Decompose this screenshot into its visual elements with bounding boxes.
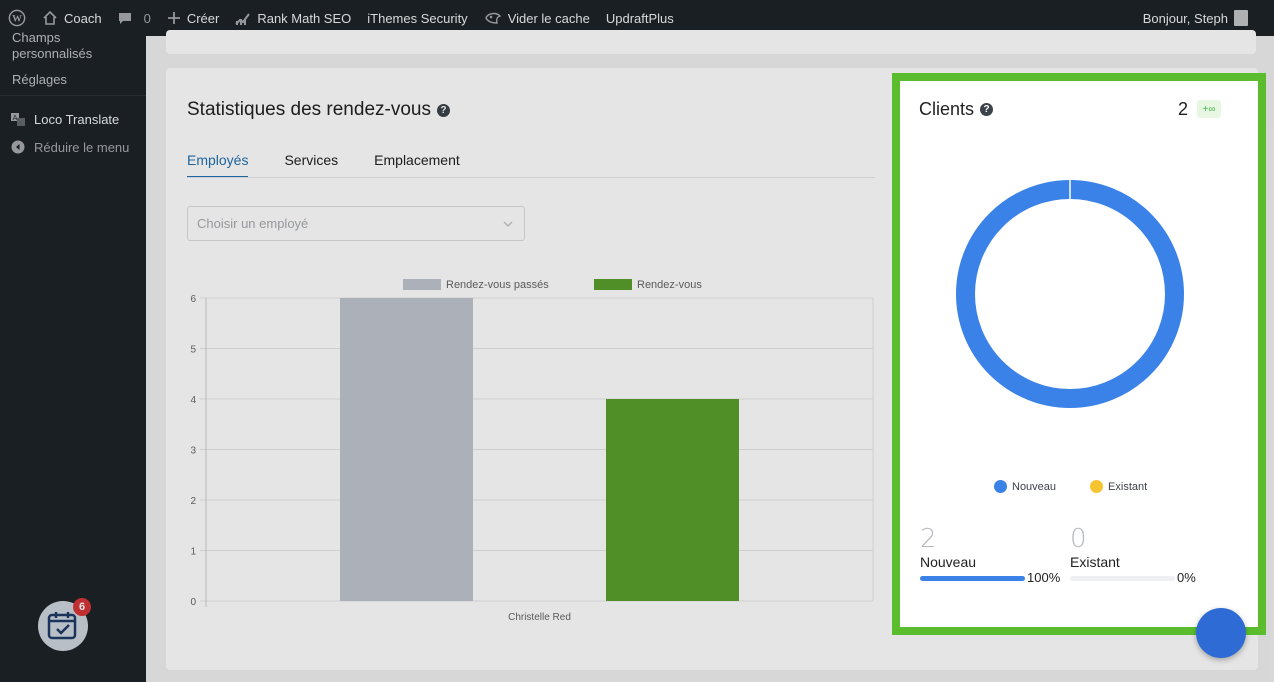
tab-services[interactable]: Services [284,152,338,178]
stats-tabs: Employés Services Emplacement [187,152,496,178]
y-tick-label: 1 [190,547,196,558]
svg-text:A: A [13,114,18,122]
x-tick-label: Christelle Red [508,612,571,623]
sidebar-subitem-reglages[interactable]: Réglages [0,72,146,88]
sidebar-subitem-champs[interactable]: Champs [0,30,146,46]
legend-item-existant[interactable]: Existant [1090,480,1147,493]
greeting: Bonjour, Steph [1142,10,1228,26]
cache-icon [484,11,502,25]
employee-select[interactable]: Choisir un employé [187,206,525,241]
stat-nouveau-progress [920,576,1025,581]
legend-label: Rendez-vous passés [446,279,549,291]
collapse-icon [10,139,26,155]
comment-icon [118,11,132,25]
clients-total: 2 [1178,99,1189,119]
admin-sidebar: Champs personnalisés Réglages A Loco Tra… [0,30,146,682]
legend-swatch[interactable] [403,279,441,290]
notification-badge: 6 [73,598,91,616]
floating-action-button[interactable] [1196,608,1246,658]
stat-existant-label: Existant [1070,554,1120,570]
plus-icon [167,11,181,25]
stat-existant: 0 Existant 0% [1070,524,1230,585]
bar-rendez-vous[interactable] [606,399,739,601]
y-tick-label: 6 [190,294,196,305]
tab-employes[interactable]: Employés [187,152,249,178]
clients-title-text: Clients [919,99,975,119]
legend-dot-nouveau [994,480,1007,493]
help-icon[interactable]: ? [436,103,450,117]
updraft-label: UpdraftPlus [605,10,674,26]
employee-select-placeholder: Choisir un employé [197,216,309,231]
stat-nouveau-value: 2 [920,524,937,554]
stat-nouveau-label: Nouveau [920,554,977,570]
stat-existant-progress [1070,576,1175,581]
stat-existant-percent: 0% [1177,570,1196,585]
clients-legend: Nouveau Existant [994,480,1181,493]
y-tick-label: 4 [190,395,196,406]
rank-math-label: Rank Math SEO [257,10,352,26]
stats-title-text: Statistiques des rendez-vous [187,99,431,120]
collapse-menu-button[interactable]: Réduire le menu [0,134,146,160]
donut-segment-nouveau[interactable] [956,180,1184,408]
sidebar-item-loco-translate[interactable]: A Loco Translate [0,104,146,134]
appointments-bar-chart: Rendez-vous passés Rendez-vous 0 1 2 3 4 5 6 Chri… [190,279,874,623]
chevron-down-icon [502,218,514,233]
tabs-divider [187,177,875,178]
y-tick-label: 2 [190,496,196,507]
help-icon[interactable]: ? [980,103,994,116]
calendar-check-icon [47,612,77,640]
legend-label: Rendez-vous [637,279,702,291]
avatar [1234,10,1248,26]
legend-label-nouveau: Nouveau [1012,480,1057,493]
legend-item-nouveau[interactable]: Nouveau [994,480,1056,493]
site-name: Coach [64,10,102,26]
clients-delta-badge: +∞ [1197,100,1221,118]
stat-nouveau-progress-fill [920,576,1025,581]
translate-icon: A [10,111,26,127]
comments-count: 0 [143,10,151,26]
wordpress-icon: W [8,9,26,27]
sidebar-item-label: Loco Translate [34,111,120,127]
legend-swatch[interactable] [594,279,632,290]
home-icon [42,10,58,26]
clients-donut-chart [956,180,1184,408]
top-panel [166,30,1256,54]
stat-nouveau: 2 Nouveau 100% [920,524,1080,585]
collapse-label: Réduire le menu [34,139,130,155]
svg-text:W: W [12,14,22,25]
y-tick-label: 0 [190,597,196,608]
cache-label: Vider le cache [507,10,590,26]
stat-existant-value: 0 [1070,524,1087,554]
clients-title: Clients ? [919,99,994,120]
rank-math-icon [235,11,251,25]
legend-dot-existant [1090,480,1104,493]
legend-label-existant: Existant [1108,480,1148,493]
stat-nouveau-percent: 100% [1027,570,1061,585]
ithemes-label: iThemes Security [367,10,468,26]
sidebar-divider [0,95,146,96]
create-label: Créer [186,10,220,26]
y-tick-label: 5 [190,345,196,356]
tab-emplacement[interactable]: Emplacement [374,152,460,178]
bar-rendez-vous-passes[interactable] [340,298,473,601]
y-tick-label: 3 [190,446,196,457]
page-title: Statistiques des rendez-vous ? [187,99,450,121]
sidebar-subitem-personnalises[interactable]: personnalisés [0,46,146,62]
